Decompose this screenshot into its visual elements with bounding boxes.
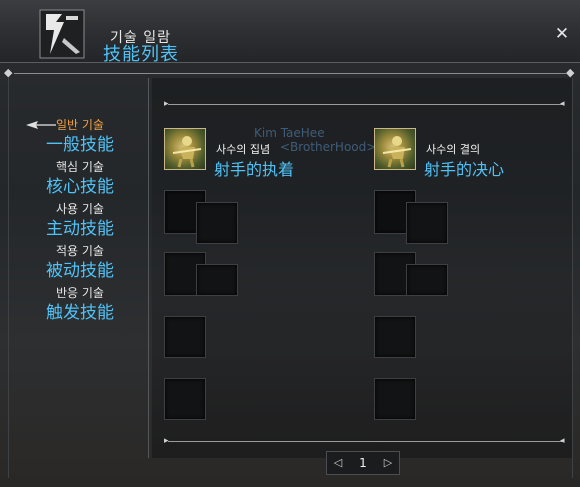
- frame-corner-ornament-left: ◆: [4, 66, 13, 79]
- sidebar-divider: [148, 78, 149, 458]
- sidebar-item-active-skills[interactable]: 사용 기술 主动技能: [12, 200, 148, 240]
- watermark-line: Kim TaeHee: [254, 126, 325, 140]
- sidebar-item-label-chinese: 主动技能: [46, 219, 114, 239]
- frame-corner-ornament-right: ◆: [566, 66, 575, 79]
- archer-figure-icon: [382, 136, 412, 168]
- panel-bottom-divider: [168, 441, 564, 442]
- panel-top-divider: [168, 104, 564, 105]
- watermark-line: <BrotherHood>: [280, 140, 377, 154]
- sidebar-item-label-chinese: 触发技能: [46, 303, 114, 323]
- empty-skill-slot[interactable]: [374, 378, 416, 420]
- skill-name-chinese: 射手的执着: [214, 160, 295, 179]
- empty-skill-slot[interactable]: [406, 264, 448, 296]
- watermark-text: Kim TaeHee <BrotherHood>: [254, 126, 376, 154]
- skill-name-korean: 사수의 집념: [216, 143, 271, 156]
- sword-emblem-icon: [39, 9, 85, 59]
- empty-skill-slot[interactable]: [406, 202, 448, 244]
- frame-left-edge: [8, 78, 9, 478]
- empty-skill-slot[interactable]: [164, 378, 206, 420]
- archer-skill-icon[interactable]: [374, 128, 416, 170]
- empty-skill-slot[interactable]: [164, 316, 206, 358]
- sidebar-item-trigger-skills[interactable]: 반응 기술 触发技能: [12, 284, 148, 324]
- empty-skill-slot[interactable]: [196, 202, 238, 244]
- divider-cap-right: ◂: [560, 436, 565, 446]
- sidebar-item-general-skills[interactable]: 일반 기술 一般技能: [12, 114, 148, 155]
- frame-top-divider: [14, 73, 566, 74]
- skill-name-korean: 사수의 결의: [426, 143, 481, 156]
- sidebar-item-label-chinese: 被动技能: [46, 261, 114, 281]
- archer-figure-icon: [172, 136, 202, 168]
- chevron-left-icon[interactable]: ◁: [331, 455, 345, 471]
- skill-name-chinese: 射手的决心: [424, 160, 505, 179]
- divider-cap-left: ▸: [164, 99, 169, 109]
- window-title-chinese: 技能列表: [103, 44, 179, 65]
- chevron-right-icon[interactable]: ▷: [381, 455, 395, 471]
- page-navigator: ◁ 1 ▷: [326, 451, 400, 475]
- close-icon[interactable]: ✕: [554, 26, 570, 43]
- sidebar-item-label-chinese: 核心技能: [46, 177, 114, 197]
- archer-skill-icon[interactable]: [164, 128, 206, 170]
- sidebar-item-core-skills[interactable]: 핵심 기술 核心技能: [12, 158, 148, 198]
- divider-cap-left: ▸: [164, 436, 169, 446]
- divider-cap-right: ◂: [560, 99, 565, 109]
- title-bar[interactable]: 기술 일람 技能列表 ✕: [0, 0, 580, 65]
- skill-category-sidebar: 일반 기술 一般技能 핵심 기술 核心技能 사용 기술 主动技能 적용 기술 被…: [12, 100, 148, 450]
- sidebar-item-label-chinese: 一般技能: [46, 135, 114, 155]
- empty-skill-slot[interactable]: [196, 264, 238, 296]
- page-number: 1: [359, 456, 367, 470]
- sidebar-item-passive-skills[interactable]: 적용 기술 被动技能: [12, 242, 148, 282]
- skill-list-window: 기술 일람 技能列表 ✕ ◆ ◆ 일반 기술 一般技能 핵심 기술 核心技能 사…: [0, 0, 580, 487]
- frame-right-edge: [572, 78, 573, 478]
- empty-skill-slot[interactable]: [374, 316, 416, 358]
